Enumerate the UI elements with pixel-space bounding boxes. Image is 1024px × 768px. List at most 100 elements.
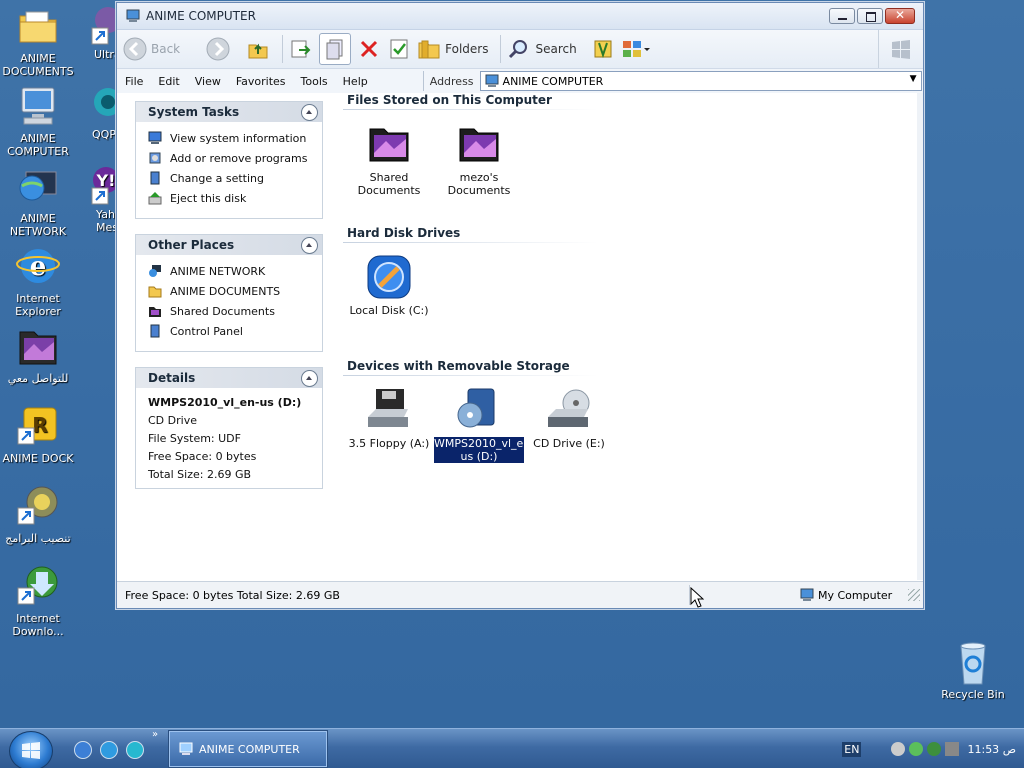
delete-x-icon	[361, 40, 378, 58]
setup-shortcut-icon	[16, 484, 60, 528]
documents-folder-icon	[148, 286, 162, 298]
tray-globe-icon[interactable]	[927, 742, 942, 756]
desktop-icon-anime-computer[interactable]: ANIME COMPUTER	[0, 84, 76, 158]
computer-small-icon	[126, 9, 140, 22]
windows-flag-icon	[892, 40, 910, 59]
taskbar-button-anime-computer[interactable]: ANIME COMPUTER	[168, 730, 328, 768]
back-button[interactable]: Back	[123, 34, 180, 64]
collapse-icon[interactable]	[301, 369, 318, 387]
folders-button[interactable]: Folders	[417, 34, 488, 64]
menu-favorites[interactable]: Favorites	[236, 75, 286, 88]
quicklaunch-globe-icon[interactable]	[100, 741, 118, 759]
task-change-setting[interactable]: Change a setting	[136, 168, 322, 188]
svg-text:Y!: Y!	[96, 171, 116, 190]
minimize-icon	[838, 18, 847, 20]
move-to-button[interactable]	[289, 34, 313, 64]
other-places-panel: Other Places ANIME NETWORK ANIME DOCUMEN…	[135, 234, 323, 352]
collapse-icon[interactable]	[301, 103, 318, 121]
resize-grip-icon[interactable]	[908, 589, 920, 601]
system-tasks-panel: System Tasks View system information Add…	[135, 101, 323, 219]
status-bar: Free Space: 0 bytes Total Size: 2.69 GB …	[117, 581, 923, 608]
section-hard-disks: Hard Disk Drives	[343, 226, 598, 243]
place-control-panel[interactable]: Control Panel	[136, 321, 322, 341]
address-input[interactable]: ANIME COMPUTER ▼	[479, 71, 922, 91]
quicklaunch-ie-icon[interactable]	[74, 741, 92, 759]
item-cd-drive-d-selected[interactable]: WMPS2010_vl_en-us (D:)	[434, 387, 534, 463]
tray-network-icon[interactable]	[909, 742, 924, 756]
task-eject-disk[interactable]: Eject this disk	[136, 188, 322, 208]
menu-bar: File Edit View Favorites Tools Help Addr…	[117, 69, 923, 94]
place-anime-documents[interactable]: ANIME DOCUMENTS	[136, 281, 322, 301]
clock[interactable]: 11:53 ص	[967, 743, 1016, 756]
window-titlebar[interactable]: ANIME COMPUTER ✕	[117, 3, 923, 30]
desktop-icon-anime-documents[interactable]: ANIME DOCUMENTS	[0, 4, 76, 78]
menu-edit[interactable]: Edit	[158, 75, 179, 88]
menu-tools[interactable]: Tools	[301, 75, 328, 88]
floppy-drive-icon	[366, 387, 412, 433]
tray-device-icon[interactable]	[945, 742, 960, 756]
windows-logo-throbber	[878, 30, 923, 68]
favorites-folder-icon	[594, 40, 612, 59]
favorites-button[interactable]	[591, 34, 615, 64]
desktop-icon-setup[interactable]: تنصيب البرامج	[0, 484, 76, 545]
content-pane: Files Stored on This Computer Shared Doc…	[331, 93, 911, 580]
chevron-down-icon[interactable]: ▼	[910, 74, 917, 84]
delete-button[interactable]	[357, 34, 381, 64]
close-button[interactable]: ✕	[885, 8, 915, 24]
desktop-icon-recycle-bin[interactable]: Recycle Bin	[935, 640, 1011, 701]
menu-view[interactable]: View	[195, 75, 221, 88]
control-panel-icon	[150, 171, 160, 185]
item-shared-documents[interactable]: Shared Documents	[344, 121, 434, 197]
views-icon	[622, 41, 650, 57]
collapse-icon[interactable]	[301, 236, 318, 254]
item-local-disk-c[interactable]: Local Disk (C:)	[344, 254, 434, 317]
network-icon	[149, 265, 161, 277]
menu-help[interactable]: Help	[343, 75, 368, 88]
vertical-scrollbar[interactable]	[917, 93, 923, 580]
quicklaunch-qqp-icon[interactable]	[126, 741, 144, 759]
item-floppy-a[interactable]: 3.5 Floppy (A:)	[344, 387, 434, 450]
status-free-space: Free Space: 0 bytes Total Size: 2.69 GB	[125, 588, 340, 602]
item-mezos-documents[interactable]: mezo's Documents	[434, 121, 524, 197]
section-divider	[343, 109, 598, 110]
place-anime-network[interactable]: ANIME NETWORK	[136, 261, 322, 281]
item-cd-drive-e[interactable]: CD Drive (E:)	[524, 387, 614, 450]
system-tasks-header[interactable]: System Tasks	[136, 102, 322, 122]
desktop-icon-internet-explorer[interactable]: e Internet Explorer	[0, 244, 76, 318]
toolbar-separator	[282, 35, 284, 63]
desktop-icon-anime-dock[interactable]: R ANIME DOCK	[0, 404, 76, 465]
properties-button[interactable]	[387, 34, 411, 64]
up-folder-button[interactable]	[246, 34, 270, 64]
desktop-icon-anime-network[interactable]: ANIME NETWORK	[0, 164, 76, 238]
maximize-button[interactable]	[857, 8, 883, 24]
language-indicator[interactable]: EN	[842, 741, 862, 757]
network-globe-icon	[16, 164, 60, 208]
user-documents-folder-icon	[456, 121, 502, 167]
other-places-header[interactable]: Other Places	[136, 235, 322, 255]
desktop-icon-internet-download[interactable]: Internet Downlo...	[0, 564, 76, 638]
mouse-cursor-icon	[690, 587, 704, 608]
minimize-button[interactable]	[829, 8, 855, 24]
views-button[interactable]	[621, 34, 651, 64]
control-panel-icon	[150, 324, 160, 338]
forward-button[interactable]	[206, 34, 230, 64]
explorer-window: ANIME COMPUTER ✕ Back Folders Search Fil…	[116, 2, 924, 609]
details-header[interactable]: Details	[136, 368, 322, 388]
desktop-icon-contact[interactable]: للتواصل معي	[0, 324, 76, 385]
forward-arrow-icon	[206, 37, 230, 61]
section-files-stored: Files Stored on This Computer	[343, 93, 598, 110]
tray-speaker-icon[interactable]	[891, 742, 906, 756]
task-add-remove-programs[interactable]: Add or remove programs	[136, 148, 322, 168]
system-tray: EN 11:53 ص	[842, 729, 1024, 768]
quicklaunch-more-icon[interactable]: »	[152, 729, 158, 740]
ultra-shortcut-icon	[88, 4, 121, 48]
start-button[interactable]	[9, 731, 53, 768]
menu-file[interactable]: File	[125, 75, 143, 88]
toolbar-separator	[500, 35, 502, 63]
recycle-bin-icon	[951, 640, 995, 685]
search-button[interactable]: Search	[507, 34, 577, 64]
add-remove-programs-icon	[149, 152, 161, 164]
place-shared-documents[interactable]: Shared Documents	[136, 301, 322, 321]
task-view-system-info[interactable]: View system information	[136, 128, 322, 148]
copy-to-button[interactable]	[319, 33, 352, 65]
